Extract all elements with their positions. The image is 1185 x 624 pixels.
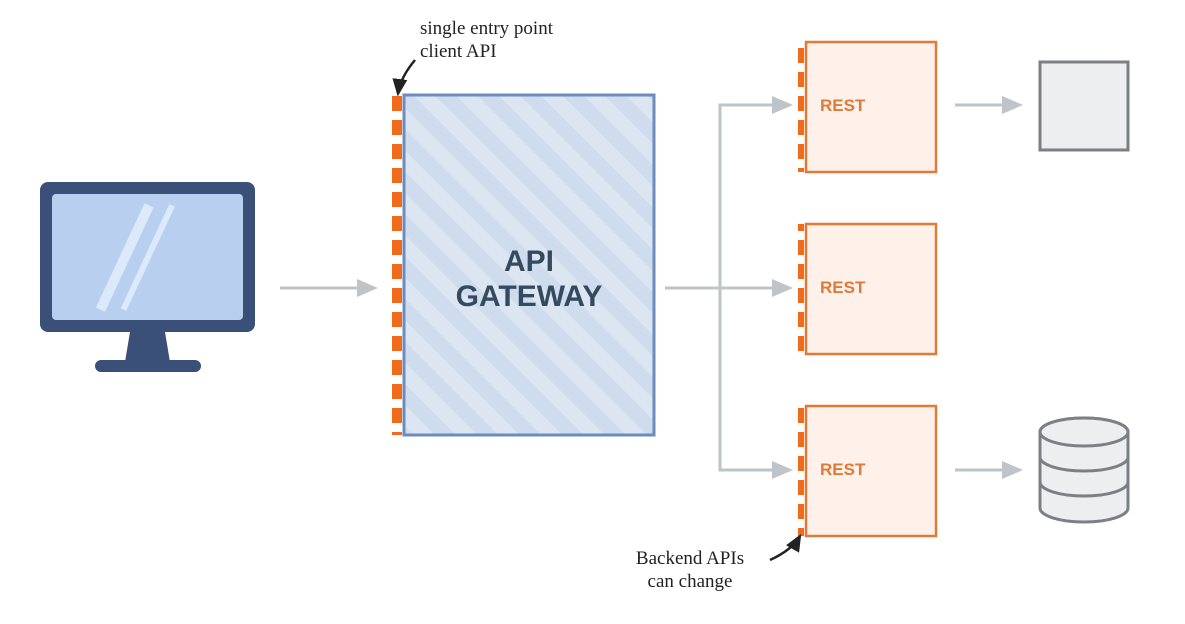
annotation-backend-change: Backend APIscan change [610,548,770,594]
database-icon [1040,418,1128,522]
service-2-label: REST [820,278,865,298]
annotation-entry-point: single entry pointclient API [420,18,610,64]
service-box-3 [798,406,936,536]
service-box-1 [798,42,936,172]
fanout-arrows [665,105,790,470]
gateway-title: API GATEWAY [404,245,654,314]
annotation-arrow-backend [770,536,800,560]
backend-box-icon [1040,62,1128,150]
service-3-label: REST [820,460,865,480]
service-box-2 [798,224,936,354]
client-monitor-icon [40,182,255,372]
service-1-label: REST [820,96,865,116]
annotation-arrow-entry [398,60,415,94]
